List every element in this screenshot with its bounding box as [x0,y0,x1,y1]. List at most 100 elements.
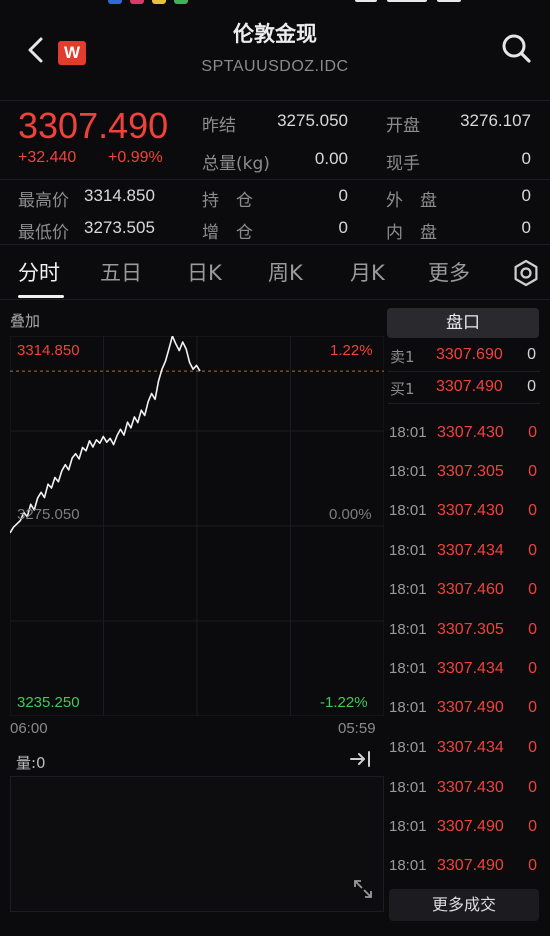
battery-icon [437,0,461,2]
trade-row: 18:01 3307.490 0 [388,849,540,887]
trade-price: 3307.460 [437,581,504,598]
outer-volume-label: 外 盘 [386,191,437,211]
trade-price: 3307.490 [437,699,504,716]
position-value: 0 [338,186,348,205]
trade-qty: 0 [528,818,537,835]
tab-monthly-k[interactable]: 月K [350,257,385,287]
settings-gear-icon[interactable] [512,259,540,287]
trade-row: 18:01 3307.434 0 [388,534,540,572]
notification-icons [108,0,188,4]
current-hand-value: 0 [521,149,531,168]
y-axis-min-pct: -1.22% [320,694,368,711]
trade-row: 18:01 3307.430 0 [388,494,540,532]
bid-row: 买1 3307.490 0 [388,372,540,404]
trade-time: 18:01 [389,463,427,480]
volume-indicator-label[interactable]: 量:0 [16,752,46,773]
trade-price: 3307.434 [437,739,504,756]
app-icon [152,0,166,4]
trade-row: 18:01 3307.434 0 [388,652,540,690]
ask-qty: 0 [527,346,536,363]
price-change-percent: +0.99% [108,149,163,166]
price-change: +32.440 [18,149,77,166]
trade-time: 18:01 [389,621,427,638]
bid-qty: 0 [527,378,536,395]
trade-time: 18:01 [389,779,427,796]
bid-price: 3307.490 [436,378,503,395]
volume-chart[interactable] [10,776,384,912]
page-title: 伦敦金现 [233,22,317,46]
trade-row: 18:01 3307.430 0 [388,416,540,454]
active-tab-indicator [18,295,64,298]
overlay-button[interactable]: 叠加 [10,310,40,331]
current-hand-label: 现手 [386,154,420,174]
trade-qty: 0 [528,502,537,519]
divider [0,179,550,180]
trade-price: 3307.434 [437,542,504,559]
open-value: 3276.107 [460,111,531,130]
tab-weekly-k[interactable]: 周K [268,257,303,287]
trade-row: 18:01 3307.305 0 [388,613,540,651]
chart-period-tabs: 分时 五日 日K 周K 月K 更多 [0,244,550,300]
y-axis-min-label: 3235.250 [17,694,80,711]
x-axis-start-label: 06:00 [10,720,48,737]
trade-qty: 0 [528,699,537,716]
order-book-title[interactable]: 盘口 [387,308,539,338]
prev-close-value: 3275.050 [277,111,348,130]
y-axis-mid-label: 3275.050 [17,506,80,523]
signal-icon [355,0,377,2]
more-trades-button[interactable]: 更多成交 [389,889,539,921]
chart-grid [9,335,385,717]
trade-qty: 0 [528,660,537,677]
tab-more[interactable]: 更多 [428,257,470,287]
trade-time: 18:01 [389,424,427,441]
trade-qty: 0 [528,581,537,598]
tab-daily-k[interactable]: 日K [187,257,222,287]
add-position-label: 增 仓 [202,223,253,243]
trade-time: 18:01 [389,699,427,716]
trade-price: 3307.430 [437,502,504,519]
status-bar [0,0,550,8]
high-value: 3314.850 [84,186,155,205]
ask-label: 卖1 [390,348,415,366]
bid-label: 买1 [390,380,415,398]
trade-price: 3307.434 [437,660,504,677]
y-axis-max-pct: 1.22% [330,342,373,359]
trade-qty: 0 [528,779,537,796]
inner-volume-label: 内 盘 [386,223,437,243]
trade-row: 18:01 3307.490 0 [388,810,540,848]
symbol-code: SPTAUUSDOZ.IDC [201,58,349,75]
trade-time: 18:01 [389,502,427,519]
trade-qty: 0 [528,463,537,480]
open-label: 开盘 [386,116,420,136]
volume-value: 0.00 [314,149,348,168]
prev-close-label: 昨结 [202,116,236,136]
jump-to-latest-icon[interactable] [346,746,376,772]
last-price: 3307.490 [18,105,169,146]
trade-row: 18:01 3307.490 0 [388,691,540,729]
intraday-chart[interactable] [9,335,385,717]
search-icon[interactable] [498,30,534,66]
trade-time: 18:01 [389,581,427,598]
low-label: 最低价 [18,223,69,243]
trade-time: 18:01 [389,857,427,874]
quote-panel: 3307.490 +32.440 +0.99% 昨结 3275.050 开盘 3… [0,100,550,243]
app-icon [174,0,188,4]
trade-price: 3307.430 [437,424,504,441]
trade-qty: 0 [528,857,537,874]
tab-five-day[interactable]: 五日 [100,257,142,287]
app-icon [108,0,122,4]
fullscreen-expand-icon[interactable] [351,877,375,901]
position-label: 持 仓 [202,191,253,211]
tab-intraday[interactable]: 分时 [18,257,60,287]
low-value: 3273.505 [84,218,155,237]
price-series-line [9,335,201,534]
trade-price: 3307.490 [437,857,504,874]
trade-row: 18:01 3307.430 0 [388,771,540,809]
volume-label: 总量(kg) [202,154,270,174]
inner-volume-value: 0 [521,218,531,237]
network-icon [387,0,427,2]
trade-time: 18:01 [389,739,427,756]
trade-row: 18:01 3307.305 0 [388,455,540,493]
y-axis-max-label: 3314.850 [17,342,80,359]
trade-row: 18:01 3307.460 0 [388,573,540,611]
